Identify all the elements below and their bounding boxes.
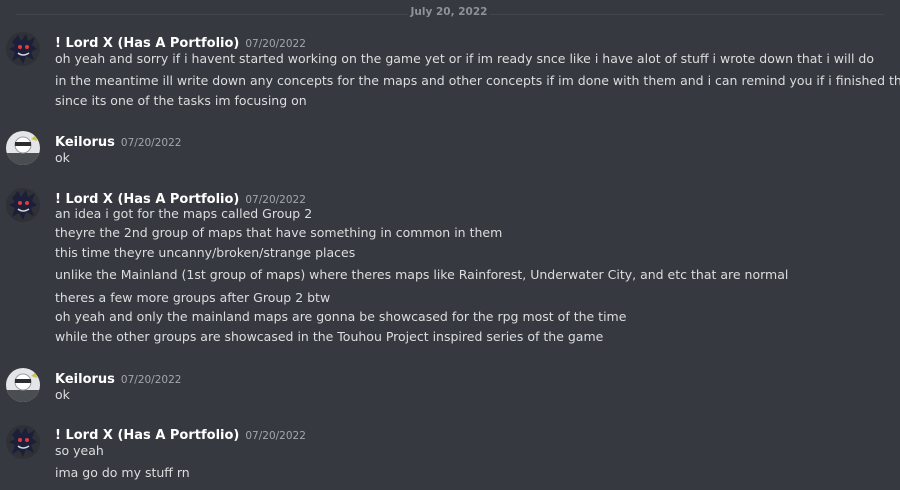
lord-x-avatar[interactable] [6,425,40,459]
message-header: Keilorus 07/20/2022 [55,368,182,387]
message-text: theyre the 2nd group of maps that have s… [55,225,503,240]
timestamp: 07/20/2022 [245,194,306,206]
date-divider: July 20, 2022 [0,4,900,24]
message-text: in the meantime ill write down any conce… [55,73,900,88]
lord-x-avatar[interactable] [6,188,40,222]
message-text: ima go do my stuff rn [55,465,190,480]
message-text: theres a few more groups after Group 2 b… [55,290,331,305]
timestamp: 07/20/2022 [120,137,182,149]
message-text: this time theyre uncanny/broken/strange … [55,245,356,260]
lord-x-avatar-image [6,425,40,459]
message-text: while the other groups are showcased in … [55,329,604,344]
message-header: ! Lord X (Has A Portfolio) 07/20/2022 [55,32,306,51]
message-text: oh yeah and sorry if i havent started wo… [55,51,874,66]
keilorus-avatar-image [6,368,40,402]
username[interactable]: Keilorus [55,135,115,150]
timestamp: 07/20/2022 [245,430,306,442]
message-text: ok [55,150,70,165]
chat-messages: July 20, 2022 ! Lord X (Has A Portfolio)… [0,0,900,490]
divider-line [16,14,408,15]
lord-x-avatar[interactable] [6,32,40,66]
message-header: ! Lord X (Has A Portfolio) 07/20/2022 [55,188,306,207]
message-text: so yeah [55,443,104,458]
lord-x-avatar-image [6,188,40,222]
username[interactable]: ! Lord X (Has A Portfolio) [55,36,239,51]
message-text: an idea i got for the maps called Group … [55,206,313,221]
message-header: Keilorus 07/20/2022 [55,131,182,150]
username[interactable]: ! Lord X (Has A Portfolio) [55,428,239,443]
keilorus-avatar[interactable] [6,131,40,165]
message-text: oh yeah and only the mainland maps are g… [55,309,627,324]
timestamp: 07/20/2022 [245,38,306,50]
message-header: ! Lord X (Has A Portfolio) 07/20/2022 [55,424,306,443]
timestamp: 07/20/2022 [120,374,182,386]
message-text: unlike the Mainland (1st group of maps) … [55,267,789,282]
username[interactable]: ! Lord X (Has A Portfolio) [55,192,239,207]
date-divider-label: July 20, 2022 [410,6,488,18]
lord-x-avatar-image [6,32,40,66]
keilorus-avatar-image [6,131,40,165]
keilorus-avatar[interactable] [6,368,40,402]
message-text: ok [55,387,70,402]
message-text: since its one of the tasks im focusing o… [55,93,307,108]
username[interactable]: Keilorus [55,372,115,387]
divider-line [490,14,884,15]
